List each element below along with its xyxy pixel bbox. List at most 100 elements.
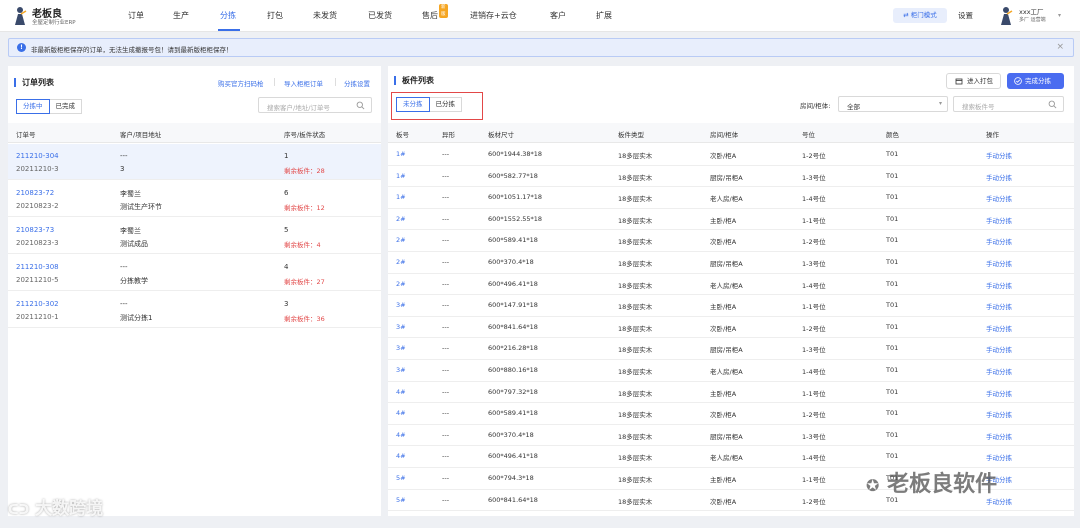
manual-sort-link[interactable]: 手动分拣 xyxy=(986,409,1012,419)
manual-sort-link[interactable]: 手动分拣 xyxy=(986,150,1012,160)
settings-link[interactable]: 设置 xyxy=(958,10,973,21)
panel-number[interactable]: 1# xyxy=(396,193,406,201)
enter-pack-button[interactable]: 进入打包 xyxy=(946,73,1001,89)
manual-sort-link[interactable]: 手动分拣 xyxy=(986,301,1012,311)
nav-item-3[interactable]: 打包 xyxy=(267,10,283,21)
order-number[interactable]: 210823-72 xyxy=(16,189,54,197)
panel-search-placeholder: 搜索板件号 xyxy=(962,103,995,111)
order-sub-number: 20211210-3 xyxy=(16,165,59,173)
panel-number[interactable]: 1# xyxy=(396,150,406,158)
panel-position: 1-4号位 xyxy=(802,368,826,376)
order-remaining: 剩余板件：27 xyxy=(284,278,325,286)
order-row[interactable]: 211210-302 20211210-1 --- 测试分拣1 3 剩余板件：36 xyxy=(8,292,381,328)
complete-sort-button[interactable]: 完成分拣 xyxy=(1007,73,1064,89)
order-number[interactable]: 211210-302 xyxy=(16,300,59,308)
watermark-left: ᑕᑐ 大数跨境 xyxy=(8,494,103,519)
room-filter-select[interactable]: 全部 ▾ xyxy=(838,96,948,112)
import-order-link[interactable]: 导入柜柜订单 xyxy=(284,78,323,88)
manual-sort-link[interactable]: 手动分拣 xyxy=(986,215,1012,225)
order-search-input[interactable]: 搜索客户/地址/订单号 xyxy=(258,97,372,113)
panel-position: 1-2号位 xyxy=(802,324,826,333)
nav-item-1[interactable]: 生产 xyxy=(173,10,189,21)
tab-sorting[interactable]: 分拣中 xyxy=(16,99,50,114)
panel-number[interactable]: 2# xyxy=(396,236,406,244)
manual-sort-link[interactable]: 手动分拣 xyxy=(986,280,1012,290)
panel-search-input[interactable]: 搜索板件号 xyxy=(953,96,1064,112)
order-sequence: 4 xyxy=(284,263,289,271)
panel-number[interactable]: 5# xyxy=(396,474,406,482)
panel-number[interactable]: 3# xyxy=(396,301,406,309)
panel-type: 18多层实木 xyxy=(618,476,653,484)
user-name[interactable]: xxx工厂 xyxy=(1019,6,1044,16)
column-header: 订单号 xyxy=(16,131,36,139)
panel-color: T01 xyxy=(886,322,899,331)
chevron-down-icon[interactable]: ▾ xyxy=(1058,12,1061,19)
panel-size: 600*797.32*18 xyxy=(488,387,538,396)
nav-item-0[interactable]: 订单 xyxy=(128,10,144,21)
panel-number[interactable]: 1# xyxy=(396,172,406,180)
room-filter-value: 全部 xyxy=(847,103,860,111)
panel-row: 4# --- 600*496.41*18 18多层实木 老人房/柜A 1-4号位 T01 手动… xyxy=(388,446,1074,468)
order-number[interactable]: 211210-304 xyxy=(16,152,59,160)
brand-logo[interactable]: 老板良 全屋定制行业ERP xyxy=(12,4,102,28)
panel-shape: --- xyxy=(442,430,450,439)
sort-settings-link[interactable]: 分拣设置 xyxy=(344,78,370,88)
order-number[interactable]: 211210-308 xyxy=(16,263,59,271)
panel-number[interactable]: 4# xyxy=(396,431,406,439)
panel-row: 2# --- 600*370.4*18 18多层实木 厨房/吊柜A 1-3号位 T01 手动分… xyxy=(388,252,1074,274)
nav-item-6[interactable]: 售后 xyxy=(422,10,438,21)
info-icon: ! xyxy=(17,43,26,52)
tab-completed[interactable]: 已完成 xyxy=(49,99,82,114)
manual-sort-link[interactable]: 手动分拣 xyxy=(986,193,1012,203)
column-header: 操作 xyxy=(986,131,999,139)
order-row[interactable]: 210823-73 20210823-3 李蜀兰 测试成品 5 剩余板件：4 xyxy=(8,218,381,254)
nav-item-4[interactable]: 未发货 xyxy=(313,10,337,21)
panel-position: 1-3号位 xyxy=(802,173,826,182)
panel-number[interactable]: 3# xyxy=(396,344,406,352)
panel-color: T01 xyxy=(886,366,899,374)
manual-sort-link[interactable]: 手动分拣 xyxy=(986,388,1012,398)
panel-room: 厨房/吊柜A xyxy=(710,432,743,441)
manual-sort-link[interactable]: 手动分拣 xyxy=(986,452,1012,462)
order-list-title: 订单列表 xyxy=(14,78,54,87)
panel-position: 1-1号位 xyxy=(802,303,826,312)
manual-sort-link[interactable]: 手动分拣 xyxy=(986,344,1012,354)
nav-item-9[interactable]: 扩展 xyxy=(596,10,612,21)
panel-row: 2# --- 600*589.41*18 18多层实木 次卧/柜A 1-2号位 T01 手动分… xyxy=(388,230,1074,252)
nav-item-8[interactable]: 客户 xyxy=(550,10,566,21)
order-row[interactable]: 210823-72 20210823-2 李蜀兰 测试生产环节 6 剩余板件：12 xyxy=(8,181,381,217)
panel-number[interactable]: 2# xyxy=(396,215,406,223)
manual-sort-link[interactable]: 手动分拣 xyxy=(986,323,1012,333)
link-divider xyxy=(274,78,275,86)
buy-scanner-link[interactable]: 购买官方扫码枪 xyxy=(218,78,264,88)
panel-number[interactable]: 3# xyxy=(396,323,406,331)
door-mode-button[interactable]: ⇄ 柜门模式 xyxy=(893,8,947,23)
manual-sort-link[interactable]: 手动分拣 xyxy=(986,236,1012,246)
nav-item-2[interactable]: 分拣 xyxy=(220,10,236,21)
manual-sort-link[interactable]: 手动分拣 xyxy=(986,172,1012,182)
panel-number[interactable]: 2# xyxy=(396,280,406,288)
close-icon[interactable]: × xyxy=(1056,42,1064,52)
order-number[interactable]: 210823-73 xyxy=(16,226,54,234)
nav-item-5[interactable]: 已发货 xyxy=(368,10,392,21)
panel-number[interactable]: 4# xyxy=(396,452,406,460)
panel-number[interactable]: 3# xyxy=(396,366,406,374)
order-row[interactable]: 211210-308 20211210-5 --- 分拣教学 4 剩余板件：27 xyxy=(8,255,381,291)
manual-sort-link[interactable]: 手动分拣 xyxy=(986,258,1012,268)
panel-number[interactable]: 4# xyxy=(396,409,406,417)
user-avatar-icon[interactable] xyxy=(998,6,1014,26)
manual-sort-link[interactable]: 手动分拣 xyxy=(986,366,1012,376)
panel-position: 1-2号位 xyxy=(802,411,826,420)
panel-room: 主卧/柜A xyxy=(710,389,737,398)
search-icon[interactable] xyxy=(356,101,365,110)
order-row[interactable]: 211210-304 20211210-3 --- 3 1 剩余板件：28 xyxy=(8,144,381,180)
panel-number[interactable]: 2# xyxy=(396,258,406,266)
search-icon[interactable] xyxy=(1048,100,1057,109)
panel-number[interactable]: 5# xyxy=(396,496,406,504)
order-customer: 李蜀兰 xyxy=(120,190,141,198)
panel-color: T01 xyxy=(886,214,899,223)
panel-type: 18多层实木 xyxy=(618,216,653,225)
panel-number[interactable]: 4# xyxy=(396,388,406,396)
manual-sort-link[interactable]: 手动分拣 xyxy=(986,431,1012,441)
nav-item-7[interactable]: 进销存+云仓 xyxy=(470,10,517,21)
